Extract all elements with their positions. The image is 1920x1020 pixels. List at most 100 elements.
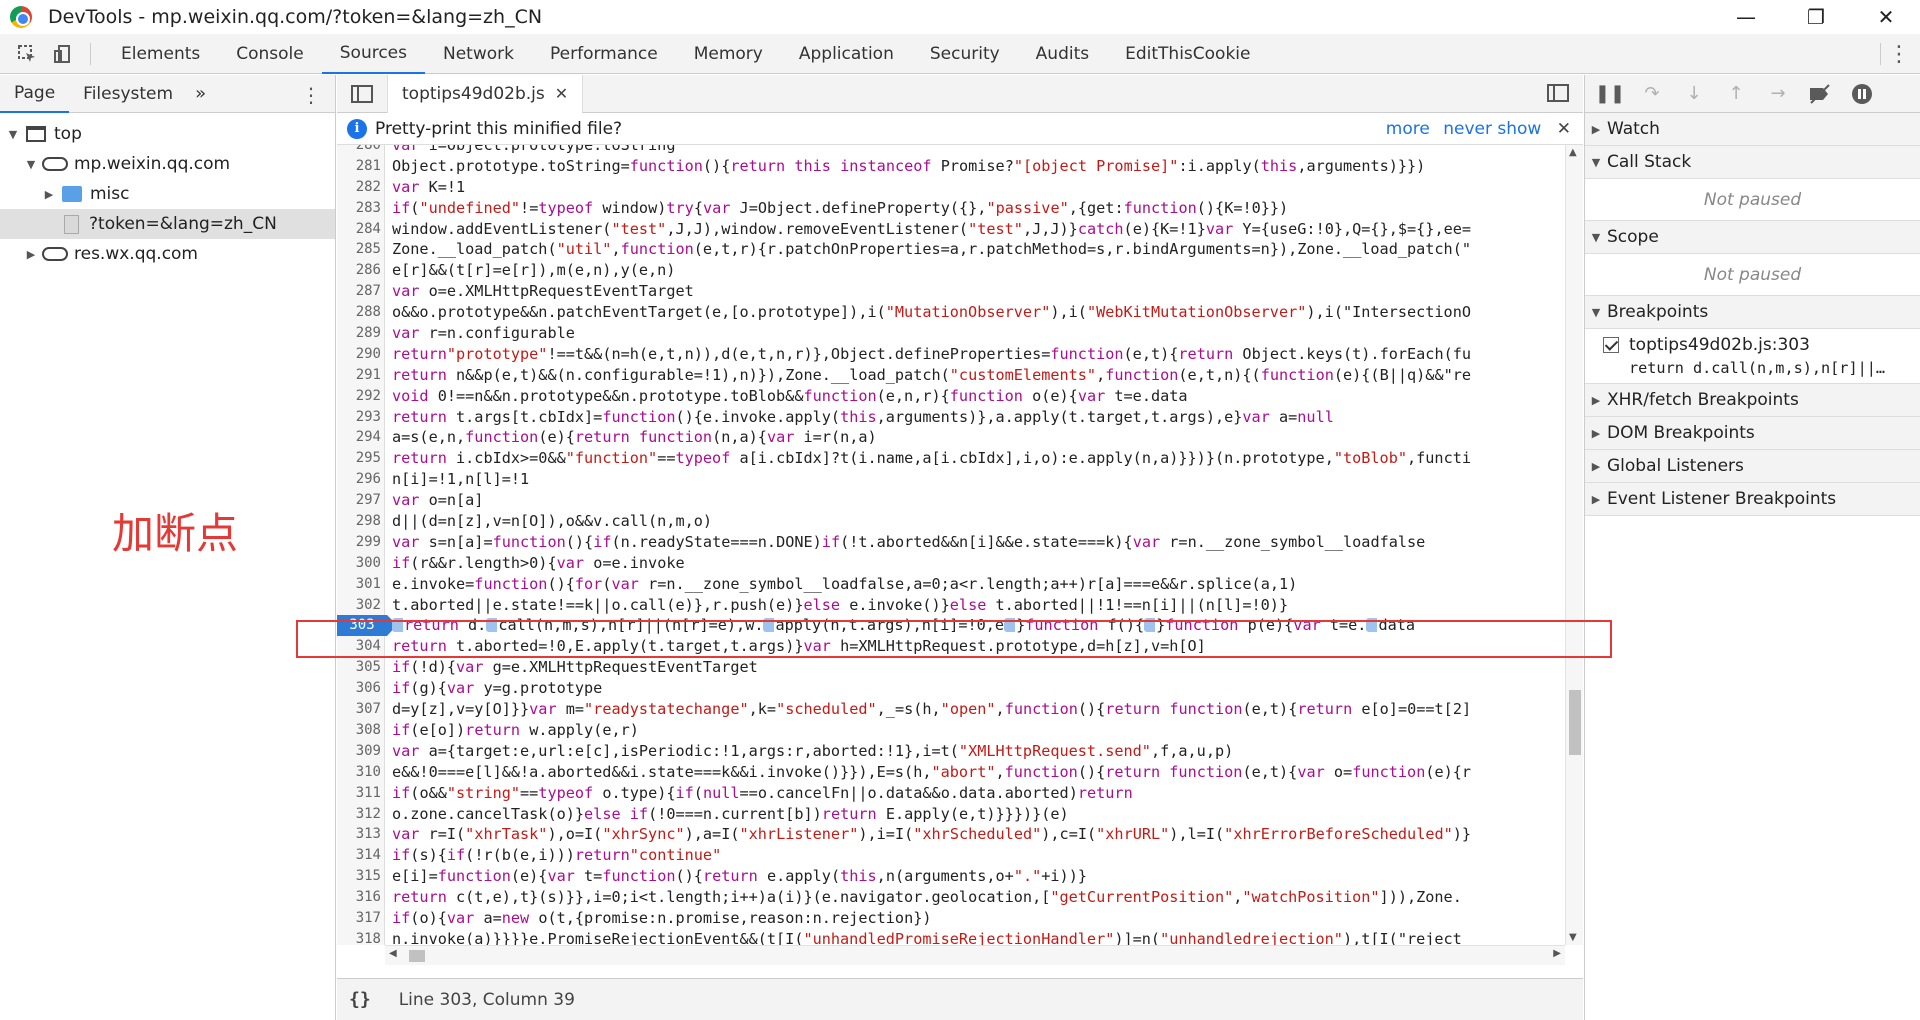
navigator-menu-icon[interactable]: ⋮ xyxy=(301,83,321,107)
line-number[interactable]: 286 xyxy=(337,260,381,281)
scroll-left-icon[interactable]: ◀ xyxy=(389,948,397,959)
line-number[interactable]: 285 xyxy=(337,239,381,260)
code-line[interactable]: 310 e&&!0===e[l]&&!a.aborted&&i.state===k… xyxy=(337,762,1567,783)
code-line[interactable]: 287 var o=e.XMLHttpRequestEventTarget xyxy=(337,281,1567,302)
tab-sources[interactable]: Sources xyxy=(321,34,425,74)
line-number[interactable]: 317 xyxy=(337,908,381,929)
close-tab-icon[interactable]: ✕ xyxy=(555,84,568,103)
code-line[interactable]: 299 var s=n[a]=function(){if(n.readyState… xyxy=(337,532,1567,553)
collapsed-triangle-icon[interactable]: ▶ xyxy=(42,188,56,201)
line-number[interactable]: 281 xyxy=(337,156,381,177)
code-area[interactable]: 280 var i=Object.prototype.toString 281 Obj… xyxy=(337,145,1583,945)
maximize-button[interactable]: ❐ xyxy=(1786,0,1846,34)
line-number[interactable]: 306 xyxy=(337,678,381,699)
code-line[interactable]: 291 return n&&p(e,t)&&(n.configurable=!1)… xyxy=(337,365,1567,386)
code-line[interactable]: 309 var a={target:e,url:e[c],isPeriodic:!… xyxy=(337,741,1567,762)
code-line[interactable]: 294 a=s(e,n,function(e){return function(n… xyxy=(337,427,1567,448)
line-number[interactable]: 302 xyxy=(337,595,381,616)
breakpoint-checkbox[interactable] xyxy=(1603,337,1619,353)
toggle-navigator-icon[interactable] xyxy=(351,84,373,103)
line-number[interactable]: 307 xyxy=(337,699,381,720)
line-number[interactable]: 308 xyxy=(337,720,381,741)
device-toolbar-icon[interactable] xyxy=(48,39,78,69)
tree-item-mp-weixin[interactable]: ▼ mp.weixin.qq.com xyxy=(0,149,335,179)
line-number[interactable]: 284 xyxy=(337,219,381,240)
line-number[interactable]: 288 xyxy=(337,302,381,323)
step-icon[interactable]: → xyxy=(1757,75,1799,113)
line-number[interactable]: 310 xyxy=(337,762,381,783)
line-number[interactable]: 315 xyxy=(337,866,381,887)
step-over-icon[interactable]: ↷ xyxy=(1631,75,1673,113)
scroll-up-icon[interactable]: ▲ xyxy=(1569,147,1577,158)
scope-pane-header[interactable]: ▼ Scope xyxy=(1585,221,1920,254)
line-number[interactable]: 298 xyxy=(337,511,381,532)
step-out-icon[interactable]: ↑ xyxy=(1715,75,1757,113)
code-line[interactable]: 298 d||(d=n[z],v=n[O]),o&&v.call(n,m,o) xyxy=(337,511,1567,532)
code-line[interactable]: 307 d=y[z],v=y[O]}}var m="readystatechang… xyxy=(337,699,1567,720)
tree-item-misc[interactable]: ▶ misc xyxy=(0,179,335,209)
code-line[interactable]: 311 if(o&&"string"==typeof o.type){if(nul… xyxy=(337,783,1567,804)
code-line[interactable]: 315 e[i]=function(e){var t=function(){ret… xyxy=(337,866,1567,887)
hscroll-thumb[interactable] xyxy=(409,950,425,962)
line-number[interactable]: 295 xyxy=(337,448,381,469)
inspect-element-icon[interactable] xyxy=(12,39,42,69)
close-window-button[interactable]: ✕ xyxy=(1856,0,1916,34)
code-line[interactable]: 289 var r=n.configurable xyxy=(337,323,1567,344)
never-show-link[interactable]: never show xyxy=(1443,119,1541,139)
line-number[interactable]: 316 xyxy=(337,887,381,908)
tree-item-top[interactable]: ▼ top xyxy=(0,119,335,149)
line-number[interactable]: 282 xyxy=(337,177,381,198)
more-link[interactable]: more xyxy=(1386,119,1430,139)
scroll-down-icon[interactable]: ▼ xyxy=(1569,932,1577,943)
line-number[interactable]: 292 xyxy=(337,386,381,407)
more-tabs-icon[interactable]: » xyxy=(187,83,214,104)
line-number[interactable]: 290 xyxy=(337,344,381,365)
line-number[interactable]: 297 xyxy=(337,490,381,511)
code-line[interactable]: 296 n[i]=!1,n[l]=!1 xyxy=(337,469,1567,490)
code-line[interactable]: 290 return"prototype"!==t&&(n=h(e,t,n)),d… xyxy=(337,344,1567,365)
code-line[interactable]: 281 Object.prototype.toString=function(){… xyxy=(337,156,1567,177)
code-line[interactable]: 288 o&&o.prototype&&n.patchEventTarget(e,… xyxy=(337,302,1567,323)
code-line[interactable]: 312 o.zone.cancelTask(o)}else if(!0===n.c… xyxy=(337,804,1567,825)
code-line[interactable]: 284 window.addEventListener("test",J,J),w… xyxy=(337,219,1567,240)
line-number[interactable]: 293 xyxy=(337,407,381,428)
code-line[interactable]: 318 n.invoke(a)}}}}e.PromiseRejectionEven… xyxy=(337,929,1567,945)
tab-filesystem[interactable]: Filesystem xyxy=(69,75,187,113)
breakpoints-pane-header[interactable]: ▼ Breakpoints xyxy=(1585,296,1920,329)
breakpoint-item[interactable]: toptips49d02b.js:303 return d.call(n,m,s… xyxy=(1585,329,1920,384)
tab-network[interactable]: Network xyxy=(425,34,532,74)
code-line[interactable]: 283 if("undefined"!=typeof window)try{var… xyxy=(337,198,1567,219)
code-line[interactable]: 286 e[r]&&(t[r]=e[r]),m(e,n),y(e,n) xyxy=(337,260,1567,281)
minimize-button[interactable]: — xyxy=(1716,0,1776,34)
code-line[interactable]: 301 e.invoke=function(){for(var r=n.__zon… xyxy=(337,574,1567,595)
code-line[interactable]: 292 void 0!==n&&n.prototype&&n.prototype.… xyxy=(337,386,1567,407)
code-line[interactable]: 293 return t.args[t.cbIdx]=function(){e.i… xyxy=(337,407,1567,428)
dom-breakpoints-pane-header[interactable]: ▶ DOM Breakpoints xyxy=(1585,417,1920,450)
line-number[interactable]: 312 xyxy=(337,804,381,825)
line-number[interactable]: 305 xyxy=(337,657,381,678)
tree-item-res-wx[interactable]: ▶ res.wx.qq.com xyxy=(0,239,335,269)
watch-pane-header[interactable]: ▶ Watch xyxy=(1585,113,1920,146)
tab-application[interactable]: Application xyxy=(781,34,912,74)
pretty-print-icon[interactable]: {} xyxy=(349,989,371,1010)
toggle-debugger-icon[interactable] xyxy=(1547,84,1569,102)
pause-icon[interactable]: ❚❚ xyxy=(1589,75,1631,113)
tab-memory[interactable]: Memory xyxy=(676,34,781,74)
pause-on-exceptions-icon[interactable] xyxy=(1841,75,1883,113)
tab-page[interactable]: Page xyxy=(0,75,70,113)
line-number[interactable]: 314 xyxy=(337,845,381,866)
line-number[interactable]: 294 xyxy=(337,427,381,448)
code-line[interactable]: 313 var r=I("xhrTask"),o=I("xhrSync"),a=I… xyxy=(337,824,1567,845)
tree-item-token-file[interactable]: ?token=&lang=zh_CN xyxy=(0,209,335,239)
tab-editthiscookie[interactable]: EditThisCookie xyxy=(1107,34,1268,74)
global-listeners-pane-header[interactable]: ▶ Global Listeners xyxy=(1585,450,1920,483)
line-number[interactable]: 318 xyxy=(337,929,381,945)
code-line[interactable]: 308 if(e[o])return w.apply(e,r) xyxy=(337,720,1567,741)
tab-audits[interactable]: Audits xyxy=(1018,34,1107,74)
line-number[interactable]: 291 xyxy=(337,365,381,386)
devtools-menu-icon[interactable]: ⋮ xyxy=(1884,39,1914,69)
horizontal-scrollbar[interactable]: ◀ ▶ xyxy=(385,945,1565,965)
line-number[interactable]: 301 xyxy=(337,574,381,595)
line-number[interactable]: 287 xyxy=(337,281,381,302)
line-number[interactable]: 283 xyxy=(337,198,381,219)
